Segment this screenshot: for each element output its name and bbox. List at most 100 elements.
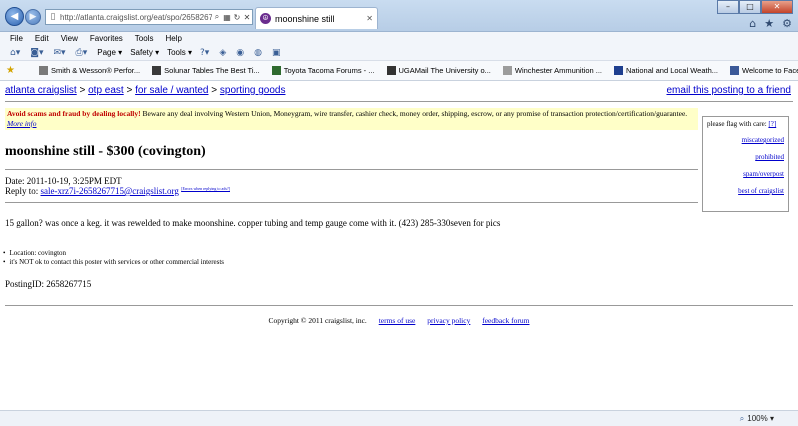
arrow-left-icon: ◀ [10, 11, 19, 22]
flag-prohibited[interactable]: prohibited [707, 153, 784, 161]
menu-tools[interactable]: Tools [135, 34, 154, 43]
favorite-link[interactable]: Welcome to Facebook - L... [730, 66, 798, 75]
favorite-link[interactable]: Toyota Tacoma Forums - ... [271, 66, 375, 75]
address-bar[interactable]: ▯ http://atlanta.craigslist.org/eat/spo/… [45, 9, 253, 25]
page-menu[interactable]: Page ▾ [97, 48, 122, 57]
back-button[interactable]: ◀ [5, 7, 24, 26]
feeds-icon[interactable]: ◙▾ [30, 48, 43, 58]
menu-bar: File Edit View Favorites Tools Help [0, 32, 798, 45]
warning-text: Beware any deal involving Western Union,… [140, 109, 688, 118]
flag-spam-overpost[interactable]: spam/overpost [707, 170, 784, 178]
feedback-forum-link[interactable]: feedback forum [482, 316, 529, 325]
zoom-control[interactable]: ⌕ 100% ▾ [740, 414, 774, 424]
reply-errors-link[interactable]: [Errors when replying to ads?] [181, 186, 230, 191]
breadcrumb-separator: > [126, 85, 133, 96]
safety-menu[interactable]: Safety ▾ [130, 48, 159, 57]
posting-body: 15 gallon? was once a keg. it was reweld… [5, 218, 501, 228]
favorite-link[interactable]: Solunar Tables The Best Ti... [152, 66, 260, 75]
scam-warning: Avoid scams and fraud by dealing locally… [5, 108, 698, 130]
favorite-label: Toyota Tacoma Forums - ... [283, 66, 375, 75]
breadcrumb-atlanta[interactable]: atlanta craigslist [5, 85, 77, 96]
compatibility-icon[interactable]: ▦ [222, 13, 232, 22]
flag-heading-text: please flag with care: [707, 120, 767, 128]
copyright-text: Copyright © 2011 craigslist, inc. [268, 316, 367, 325]
status-bar: ⌕ 100% ▾ [0, 410, 798, 426]
favorites-star-icon[interactable]: ★ [6, 65, 15, 76]
addon-icon[interactable]: ◍ [254, 48, 262, 58]
breadcrumb-otp-east[interactable]: otp east [88, 85, 124, 96]
arrow-right-icon: ▶ [29, 12, 37, 22]
breadcrumb-separator: > [211, 85, 218, 96]
favorite-label: Solunar Tables The Best Ti... [164, 66, 260, 75]
menu-file[interactable]: File [10, 34, 23, 43]
reply-email-link[interactable]: sale-xrz7i-2658267715@craigslist.org [41, 186, 179, 196]
more-info-link[interactable]: More info [7, 119, 37, 128]
address-url[interactable]: http://atlanta.craigslist.org/eat/spo/26… [60, 13, 212, 22]
favorites-star-icon[interactable]: ★ [764, 17, 774, 30]
list-item: Location: covington [3, 249, 224, 258]
addon-icon[interactable]: ◈ [219, 48, 226, 58]
chrome-icons: ⌂ ★ ⚙ [749, 17, 792, 30]
window-controls: – □ ✕ [717, 0, 793, 14]
reply-line: Reply to: sale-xrz7i-2658267715@craigsli… [5, 186, 230, 196]
help-icon[interactable]: ?▾ [200, 48, 209, 58]
tab-title: moonshine still [275, 13, 335, 24]
page-footer: Copyright © 2011 craigslist, inc. terms … [0, 316, 798, 325]
favorite-label: UGAMail The University o... [398, 66, 491, 75]
privacy-policy-link[interactable]: privacy policy [427, 316, 470, 325]
print-icon[interactable]: ⎙▾ [76, 48, 88, 58]
breadcrumb-sporting-goods[interactable]: sporting goods [220, 85, 286, 96]
forward-button[interactable]: ▶ [25, 9, 41, 25]
zoom-level: 100% [747, 414, 768, 423]
menu-help[interactable]: Help [165, 34, 181, 43]
flag-miscategorized[interactable]: miscategorized [707, 136, 784, 144]
addon-icon[interactable]: ◉ [236, 48, 244, 58]
site-icon [730, 66, 740, 75]
site-icon [614, 66, 624, 75]
favorite-label: Smith & Wesson® Perfor... [50, 66, 141, 75]
posting-details: Location: covington it's NOT ok to conta… [3, 249, 224, 267]
home-icon[interactable]: ⌂▾ [10, 48, 20, 58]
mail-icon[interactable]: ✉▾ [53, 48, 65, 58]
maximize-button[interactable]: □ [739, 0, 761, 14]
email-posting-link[interactable]: email this posting to a friend [666, 85, 791, 96]
favorite-link[interactable]: Winchester Ammunition ... [502, 66, 603, 75]
stop-icon[interactable]: ✕ [242, 13, 252, 22]
divider [5, 202, 698, 203]
breadcrumb: atlanta craigslist > otp east > for sale… [5, 85, 286, 96]
warning-headline: Avoid scams and fraud by dealing locally… [7, 109, 141, 118]
minimize-button[interactable]: – [717, 0, 739, 14]
gear-icon[interactable]: ⚙ [782, 17, 792, 30]
divider [5, 305, 793, 306]
menu-view[interactable]: View [61, 34, 78, 43]
site-icon [152, 66, 162, 75]
home-icon[interactable]: ⌂ [749, 17, 756, 30]
flag-help-link[interactable]: [?] [768, 120, 776, 128]
favorite-link[interactable]: National and Local Weath... [614, 66, 718, 75]
flag-best-of[interactable]: best of craigslist [707, 187, 784, 195]
craigslist-page: atlanta craigslist > otp east > for sale… [0, 82, 798, 410]
close-tab-icon[interactable]: ✕ [366, 14, 373, 23]
flag-heading: please flag with care: [?] [707, 120, 784, 128]
menu-favorites[interactable]: Favorites [90, 34, 123, 43]
window-close-button[interactable]: ✕ [761, 0, 793, 14]
favorite-label: Welcome to Facebook - L... [742, 66, 798, 75]
top-navigation: atlanta craigslist > otp east > for sale… [5, 85, 793, 99]
favorite-label: Winchester Ammunition ... [514, 66, 603, 75]
site-icon [386, 66, 396, 75]
browser-tab[interactable]: ☮ moonshine still ✕ [255, 7, 378, 29]
terms-of-use-link[interactable]: terms of use [379, 316, 416, 325]
addon-icon[interactable]: ▣ [272, 48, 281, 58]
refresh-icon[interactable]: ↻ [232, 13, 242, 22]
site-icon [502, 66, 512, 75]
search-icon[interactable]: ⌕ [212, 12, 222, 22]
breadcrumb-for-sale[interactable]: for sale / wanted [135, 85, 208, 96]
browser-title-bar: ◀ ▶ ▯ http://atlanta.craigslist.org/eat/… [0, 0, 798, 32]
menu-edit[interactable]: Edit [35, 34, 49, 43]
page-icon: ▯ [50, 12, 56, 22]
tools-menu[interactable]: Tools ▾ [167, 48, 192, 57]
site-icon [271, 66, 281, 75]
breadcrumb-separator: > [79, 85, 86, 96]
favorite-link[interactable]: UGAMail The University o... [386, 66, 491, 75]
favorite-link[interactable]: Smith & Wesson® Perfor... [38, 66, 141, 75]
